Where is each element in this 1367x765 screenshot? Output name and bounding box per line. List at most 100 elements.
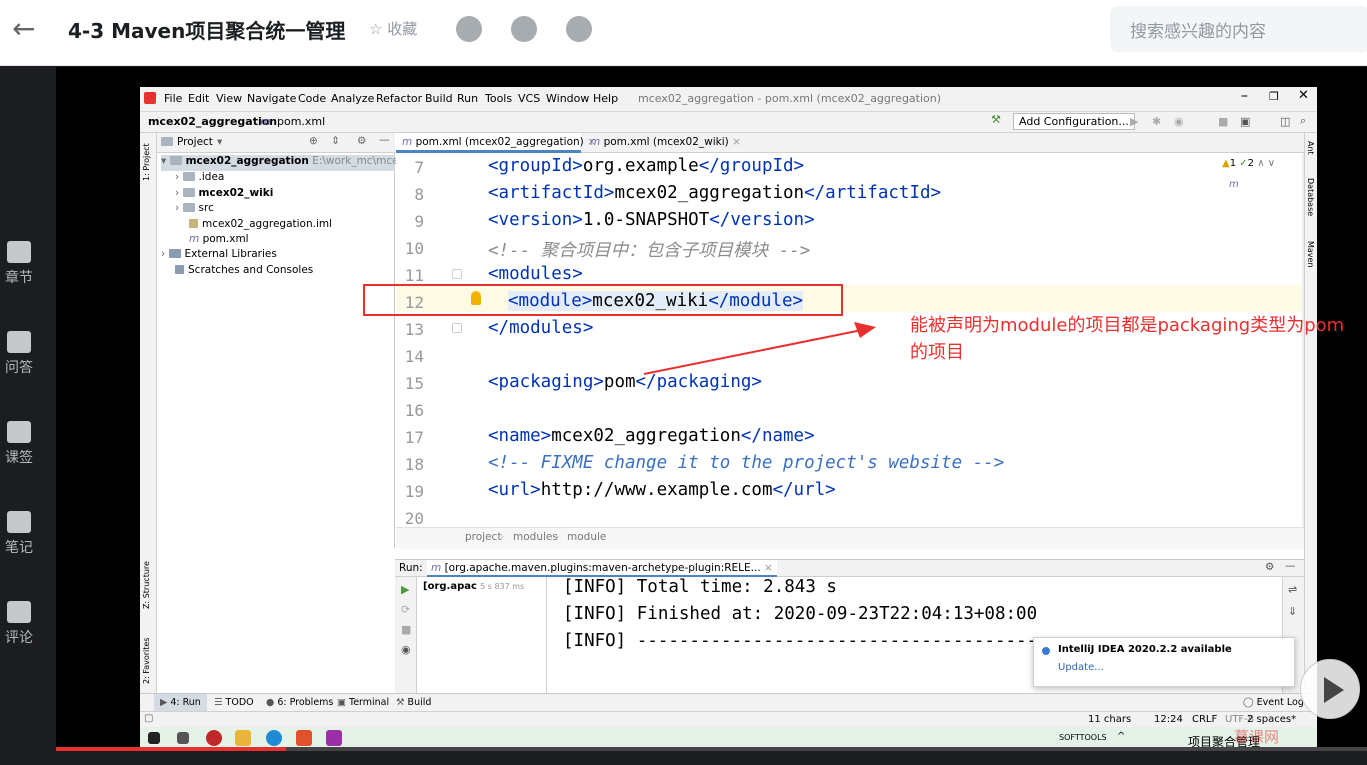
weibo-share-icon[interactable]	[566, 16, 592, 42]
sidebar-item-notes[interactable]: 笔记	[0, 511, 38, 557]
tool-structure[interactable]: Z: Structure	[142, 553, 154, 609]
task-view-icon[interactable]	[177, 732, 189, 744]
back-button[interactable]: ←	[12, 14, 38, 44]
menu-edit[interactable]: Edit	[188, 92, 209, 105]
chevron-down-icon[interactable]: ▾	[217, 136, 222, 148]
build-hammer-icon[interactable]: ⚒	[991, 113, 1001, 126]
sidebar-item-bookmark[interactable]: 课签	[0, 421, 38, 467]
qa-icon	[7, 331, 31, 353]
sidebar-item-qa[interactable]: 问答	[0, 331, 38, 377]
debug-icon[interactable]: ✱	[1152, 115, 1161, 128]
maven-reload-icon[interactable]: m	[1229, 179, 1239, 190]
chevron-up-icon[interactable]: ^	[1117, 731, 1125, 742]
tab-problems[interactable]: ● 6: Problems	[266, 697, 333, 708]
tree-item-src[interactable]: › src	[175, 202, 214, 214]
inspection-widget[interactable]: ▲1 ✓2 ∧ ∨	[1222, 158, 1275, 169]
tree-item-iml[interactable]: mcex02_aggregation.iml	[189, 218, 332, 230]
hide-icon[interactable]: —	[379, 134, 390, 146]
tab-run[interactable]: ▶ 4: Run	[154, 694, 207, 711]
comment-icon	[7, 601, 31, 623]
restart-icon[interactable]: ⟳	[401, 603, 410, 616]
menu-analyze[interactable]: Analyze	[331, 92, 374, 105]
tool-project[interactable]: 1: Project	[142, 141, 154, 181]
menu-run[interactable]: Run	[457, 92, 478, 105]
collapse-icon[interactable]: ⇕	[331, 135, 340, 147]
tree-item-pom[interactable]: m pom.xml	[189, 233, 249, 245]
close-button[interactable]: ✕	[1298, 88, 1309, 103]
status-indent[interactable]: 2 spaces*	[1247, 714, 1296, 725]
menu-help[interactable]: Help	[593, 92, 618, 105]
menu-build[interactable]: Build	[425, 92, 453, 105]
run-tree-item[interactable]: [org.apac 5 s 837 ms	[423, 581, 524, 592]
rerun-icon[interactable]: ▶	[401, 583, 409, 596]
layout-icon[interactable]: ▢	[144, 713, 153, 724]
status-eol[interactable]: CRLF	[1192, 714, 1217, 725]
qq-share-icon[interactable]	[511, 16, 537, 42]
menu-navigate[interactable]: Navigate	[247, 92, 296, 105]
stop-icon[interactable]: ■	[1218, 115, 1228, 128]
tool-ant[interactable]: Ant	[1306, 141, 1315, 155]
gear-icon[interactable]: ⚙	[1265, 561, 1274, 573]
wrap-icon[interactable]: ⇌	[1288, 583, 1297, 596]
tool-maven[interactable]: Maven	[1306, 241, 1315, 268]
tree-item-idea[interactable]: › .idea	[175, 171, 224, 183]
structure-icon[interactable]: ◫	[1280, 115, 1290, 128]
scroll-end-icon[interactable]: ⇓	[1288, 605, 1297, 618]
tab-todo[interactable]: ☰ TODO	[214, 697, 254, 708]
menu-tools[interactable]: Tools	[485, 92, 512, 105]
play-button[interactable]	[1300, 659, 1360, 719]
coverage-icon[interactable]: ◉	[1174, 115, 1184, 128]
tree-item-wiki[interactable]: › mcex02_wiki	[175, 187, 273, 199]
edge-icon[interactable]	[266, 730, 282, 746]
breadcrumb-project[interactable]: mcex02_aggregation	[148, 115, 277, 128]
tree-item-external-libraries[interactable]: › External Libraries	[161, 248, 277, 260]
tool-favorites[interactable]: 2: Favorites	[142, 628, 154, 684]
breadcrumb-file[interactable]: pom.xml	[277, 115, 325, 128]
sidebar-item-chapters[interactable]: 章节	[0, 241, 38, 287]
search-everywhere-icon[interactable]: ⌕	[1300, 114, 1306, 128]
menu-file[interactable]: File	[164, 92, 182, 105]
run-icon[interactable]: ▶	[1130, 115, 1138, 128]
app-t-icon[interactable]	[206, 730, 222, 746]
menu-window[interactable]: Window	[546, 92, 589, 105]
powerpoint-icon[interactable]	[296, 730, 312, 746]
tab-pom-aggregation[interactable]: m pom.xml (mcex02_aggregation) ×	[396, 133, 596, 153]
tab-terminal[interactable]: ▣ Terminal	[337, 697, 389, 708]
stop-icon[interactable]: ■	[401, 623, 411, 636]
breadcrumb-item[interactable]: project	[465, 531, 501, 543]
status-position[interactable]: 12:24	[1154, 714, 1183, 725]
wechat-share-icon[interactable]	[456, 16, 482, 42]
fold-marker-icon[interactable]	[452, 323, 462, 333]
breadcrumb-item[interactable]: module	[567, 531, 606, 543]
windows-start-icon[interactable]	[148, 732, 160, 744]
gear-icon[interactable]: ⚙	[357, 135, 366, 147]
menu-code[interactable]: Code	[298, 92, 326, 105]
tree-item-root[interactable]: ▾ mcex02_aggregation E:\work_mc\mcex01	[161, 155, 418, 171]
maximize-button[interactable]: ❐	[1269, 90, 1279, 103]
menu-vcs[interactable]: VCS	[518, 92, 540, 105]
intellij-taskbar-icon[interactable]	[326, 730, 342, 746]
search-input[interactable]: 搜索感兴趣的内容	[1110, 6, 1367, 52]
tab-pom-wiki[interactable]: m pom.xml (mcex02_wiki) ×	[584, 133, 747, 151]
locate-icon[interactable]: ⊕	[309, 135, 318, 147]
minimize-button[interactable]: –	[1241, 88, 1248, 104]
add-configuration-button[interactable]: Add Configuration...	[1013, 113, 1135, 130]
run-tab[interactable]: m [org.apache.maven.plugins:maven-archet…	[427, 560, 777, 577]
fold-marker-icon[interactable]	[452, 269, 462, 279]
project-view-selector[interactable]: Project	[177, 136, 213, 148]
tree-item-scratches[interactable]: Scratches and Consoles	[175, 264, 313, 276]
update-link[interactable]: Update...	[1058, 662, 1104, 673]
tool-database[interactable]: Database	[1306, 178, 1315, 216]
file-explorer-icon[interactable]	[235, 730, 251, 746]
tab-build[interactable]: ⚒ Build	[396, 697, 431, 708]
menu-refactor[interactable]: Refactor	[376, 92, 422, 105]
favorite-button[interactable]: ☆ 收藏	[369, 18, 417, 39]
sidebar-item-comments[interactable]: 评论	[0, 601, 38, 647]
hide-icon[interactable]: —	[1285, 560, 1296, 572]
menu-view[interactable]: View	[216, 92, 242, 105]
breadcrumb-item[interactable]: modules	[513, 531, 558, 543]
inspect-icon[interactable]: ◉	[401, 643, 411, 656]
watermark-logo: 慕课网	[1234, 728, 1280, 746]
event-log-button[interactable]: ◯ Event Log	[1243, 697, 1304, 708]
vcs-icon[interactable]: ▣	[1240, 115, 1250, 128]
